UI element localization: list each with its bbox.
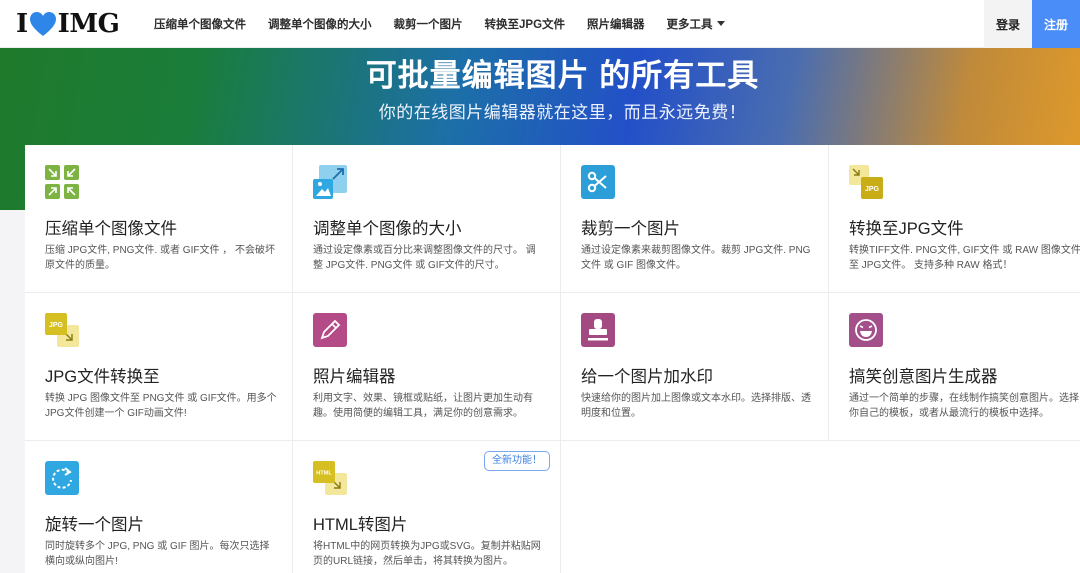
tool-description: 通过设定像素或百分比来调整图像文件的尺寸。 调整 JPG文件. PNG文件 或 … (313, 245, 536, 271)
tool-description: 转换 JPG 图像文件至 PNG文件 或 GIF文件。用多个JPG文件创建一个 … (45, 393, 277, 419)
heart-logo-icon (29, 11, 56, 36)
tool-title: 压缩单个图像文件 (45, 220, 177, 238)
nav-crop[interactable]: 裁剪一个图片 (394, 16, 463, 32)
html-label: HTML (316, 471, 332, 477)
tool-description: 同时旋转多个 JPG, PNG 或 GIF 图片。每次只选择横向或纵向图片! (45, 541, 270, 567)
new-feature-badge: 全新功能！ (484, 451, 550, 471)
nav-resize[interactable]: 调整单个图像的大小 (268, 16, 372, 32)
nav-more-tools[interactable]: 更多工具 (667, 16, 725, 32)
main-nav: 压缩单个图像文件 调整单个图像的大小 裁剪一个图片 转换至JPG文件 照片编辑器… (154, 0, 747, 48)
tool-description: 快速给你的图片加上图像或文本水印。选择排版、透明度和位置。 (581, 393, 811, 419)
nav-compress[interactable]: 压缩单个图像文件 (154, 16, 246, 32)
logo[interactable]: I IMG (16, 0, 138, 48)
nav-photo-editor[interactable]: 照片编辑器 (587, 16, 645, 32)
convert-from-jpg-icon: JPG (45, 313, 79, 347)
tool-description: 转换TIFF文件. PNG文件, GIF文件 或 RAW 图像文件至 JPG文件… (849, 245, 1080, 271)
nav-more-tools-label: 更多工具 (666, 18, 713, 31)
tool-card-resize[interactable]: 调整单个图像的大小 通过设定像素或百分比来调整图像文件的尺寸。 调整 JPG文件… (293, 145, 561, 293)
tool-title: JPG文件转换至 (45, 368, 160, 386)
tool-title: 裁剪一个图片 (581, 220, 680, 238)
convert-to-jpg-icon: JPG (849, 165, 883, 199)
tool-title: 照片编辑器 (313, 368, 396, 386)
stamp-icon (581, 313, 615, 347)
tool-card-compress[interactable]: 压缩单个图像文件 压缩 JPG文件, PNG文件. 或者 GIF文件 ， 不会破… (25, 145, 293, 293)
tool-description: 通过设定像素来裁剪图像文件。裁剪 JPG文件. PNG文件 或 GIF 图像文件… (581, 245, 811, 271)
tool-title: 搞笑创意图片生成器 (849, 368, 998, 386)
tool-card-convert-to-jpg[interactable]: JPG 转换至JPG文件 转换TIFF文件. PNG文件, GIF文件 或 RA… (829, 145, 1080, 293)
resize-icon (313, 165, 347, 199)
hero-subtitle: 你的在线图片编辑器就在这里，而且永远免费！ (378, 103, 747, 122)
jpg-label: JPG (865, 186, 880, 193)
pencil-icon (313, 313, 347, 347)
tool-card-rotate[interactable]: 旋转一个图片 同时旋转多个 JPG, PNG 或 GIF 图片。每次只选择横向或… (25, 441, 293, 573)
tool-card-convert-from-jpg[interactable]: JPG JPG文件转换至 转换 JPG 图像文件至 PNG文件 或 GIF文件。… (25, 293, 293, 441)
tool-title: 调整单个图像的大小 (313, 220, 462, 238)
tool-card-photo-editor[interactable]: 照片编辑器 利用文字、效果、镜框或贴纸，让图片更加生动有趣。使用简便的编辑工具，… (293, 293, 561, 441)
rotate-icon (45, 461, 79, 495)
jpg-label: JPG (49, 322, 64, 329)
compress-icon (45, 165, 79, 199)
tool-title: HTML转图片 (313, 516, 408, 534)
tool-description: 利用文字、效果、镜框或贴纸，让图片更加生动有趣。使用简便的编辑工具，满足你的创意… (313, 393, 533, 419)
tool-card-crop[interactable]: 裁剪一个图片 通过设定像素来裁剪图像文件。裁剪 JPG文件. PNG文件 或 G… (561, 145, 829, 293)
tool-description: 通过一个简单的步骤，在线制作搞笑创意图片。选择你自己的模板，或者从最流行的模板中… (849, 393, 1079, 419)
top-navigation-bar: I IMG 压缩单个图像文件 调整单个图像的大小 裁剪一个图片 转换至JPG文件… (0, 0, 1080, 48)
login-button[interactable]: 登录 (984, 0, 1032, 48)
signup-button[interactable]: 注册 (1032, 0, 1080, 48)
tool-description: 压缩 JPG文件, PNG文件. 或者 GIF文件 ， 不会破坏原文件的质量。 (45, 245, 276, 271)
auth-buttons: 登录 注册 (984, 0, 1080, 48)
tool-description: 将HTML中的网页转换为JPG或SVG。复制并粘贴网页的URL链接，然后单击，将… (313, 541, 541, 567)
tool-card-meme[interactable]: 搞笑创意图片生成器 通过一个简单的步骤，在线制作搞笑创意图片。选择你自己的模板，… (829, 293, 1080, 441)
tools-grid: 压缩单个图像文件 压缩 JPG文件, PNG文件. 或者 GIF文件 ， 不会破… (25, 145, 1080, 573)
crop-icon (581, 165, 615, 199)
tool-title: 给一个图片加水印 (581, 368, 713, 386)
caret-down-icon (716, 21, 725, 26)
logo-text-right: IMG (57, 8, 120, 39)
tool-title: 旋转一个图片 (45, 516, 144, 534)
laugh-face-icon (849, 313, 883, 347)
logo-text-left: I (16, 8, 28, 39)
nav-convert-to-jpg[interactable]: 转换至JPG文件 (485, 16, 566, 32)
tool-card-watermark[interactable]: 给一个图片加水印 快速给你的图片加上图像或文本水印。选择排版、透明度和位置。 (561, 293, 829, 441)
hero-title: 可批量编辑图片 的所有工具 (365, 58, 760, 93)
html-to-image-icon: HTML (313, 461, 347, 495)
tool-title: 转换至JPG文件 (849, 220, 964, 238)
tool-card-html-to-image[interactable]: HTML 全新功能！ HTML转图片 将HTML中的网页转换为JPG或SVG。复… (293, 441, 561, 573)
